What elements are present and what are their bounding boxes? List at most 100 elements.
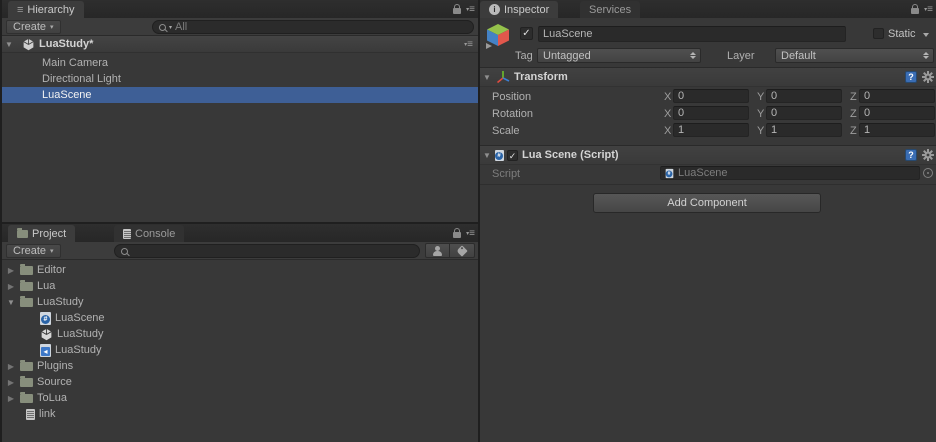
gear-icon[interactable] (922, 149, 934, 161)
tree-item-lua[interactable]: ▶ Lua (2, 278, 478, 294)
hierarchy-create-button[interactable]: Create ▾ (6, 20, 61, 34)
foldout-closed-icon[interactable]: ▶ (6, 378, 16, 387)
project-toolbar: Create ▾ (2, 242, 478, 260)
create-label: Create (13, 245, 46, 257)
hierarchy-toolbar: Create ▾ ▾ All (2, 18, 478, 36)
item-label: link (39, 408, 56, 420)
tab-inspector-label: Inspector (504, 4, 549, 16)
label-tag-icon (456, 245, 467, 256)
foldout-closed-icon[interactable]: ▶ (6, 394, 16, 403)
static-label: Static (888, 28, 916, 40)
item-label: ToLua (37, 392, 67, 404)
foldout-open-icon[interactable]: ▼ (482, 73, 492, 82)
foldout-open-icon[interactable]: ▼ (482, 151, 492, 160)
project-create-button[interactable]: Create ▾ (6, 244, 61, 258)
active-checkbox[interactable]: ✓ (520, 27, 533, 40)
help-icon[interactable]: ? (905, 149, 917, 161)
folder-icon (20, 282, 33, 291)
scale-y-input[interactable]: 1 (766, 123, 842, 137)
panel-menu-icon[interactable]: ▾≡ (924, 4, 932, 15)
position-y-input[interactable]: 0 (766, 89, 842, 103)
rotation-z-input[interactable]: 0 (859, 106, 935, 120)
object-picker-icon[interactable] (923, 168, 933, 178)
lock-icon[interactable] (911, 8, 919, 14)
lua-scene-script-header[interactable]: ▼ ✓ Lua Scene (Script) ? (480, 145, 936, 165)
foldout-open-icon[interactable]: ▼ (6, 298, 16, 307)
component-divider (480, 184, 936, 185)
foldout-open-icon[interactable]: ▼ (4, 40, 14, 49)
rotation-y-input[interactable]: 0 (766, 106, 842, 120)
item-label: LuaScene (42, 89, 92, 101)
transform-header[interactable]: ▼ Transform ? (480, 67, 936, 87)
tab-hierarchy-label: Hierarchy (27, 4, 74, 16)
position-z-input[interactable]: 0 (859, 89, 935, 103)
tree-item-plugins[interactable]: ▶ Plugins (2, 358, 478, 374)
scale-z-input[interactable]: 1 (859, 123, 935, 137)
gameobject-name-input[interactable]: LuaScene (538, 26, 846, 42)
hierarchy-item-luascene[interactable]: LuaScene (2, 87, 478, 103)
folder-icon (20, 298, 33, 307)
scene-header-row[interactable]: ▼ LuaStudy* ▾≡ (2, 36, 478, 53)
lock-icon[interactable] (453, 8, 461, 14)
scene-menu-icon[interactable]: ▾≡ (464, 39, 472, 50)
tab-project[interactable]: Project (8, 225, 75, 242)
static-checkbox[interactable] (873, 28, 884, 39)
axis-x-label: X (664, 108, 671, 120)
foldout-closed-icon[interactable]: ▶ (6, 266, 16, 275)
foldout-closed-icon[interactable]: ▶ (6, 362, 16, 371)
tab-console[interactable]: Console (114, 225, 184, 242)
transform-title: Transform (514, 71, 568, 83)
scene-name: LuaStudy* (39, 38, 93, 50)
layer-value: Default (781, 50, 816, 62)
position-label: Position (492, 91, 531, 103)
tree-item-tolua[interactable]: ▶ ToLua (2, 390, 478, 406)
script-field-row: Script LuaScene (480, 166, 936, 184)
tab-services[interactable]: Services (580, 1, 640, 18)
chevron-down-icon: ▾ (50, 247, 54, 255)
panel-menu-icon[interactable]: ▾≡ (466, 4, 474, 15)
hierarchy-panel: ≡ Hierarchy ▾≡ Create ▾ ▾ All ▼ (2, 0, 478, 222)
position-x-input[interactable]: 0 (673, 89, 749, 103)
tree-item-luastudy-solution[interactable]: LuaStudy (2, 342, 478, 358)
rotation-x-input[interactable]: 0 (673, 106, 749, 120)
lock-icon[interactable] (453, 232, 461, 238)
hierarchy-search-input[interactable]: ▾ All (152, 20, 474, 34)
search-icon (121, 248, 128, 255)
layer-label: Layer (727, 50, 755, 62)
component-enabled-checkbox[interactable]: ✓ (507, 150, 518, 161)
tab-inspector[interactable]: i Inspector (480, 1, 558, 18)
tree-item-source[interactable]: ▶ Source (2, 374, 478, 390)
item-label: Plugins (37, 360, 73, 372)
folder-icon (17, 230, 28, 238)
hierarchy-item-directional-light[interactable]: Directional Light (2, 71, 478, 87)
static-dropdown-icon[interactable] (923, 33, 929, 37)
tag-label: Tag (515, 50, 533, 62)
folder-icon (20, 378, 33, 387)
search-by-type-icon (432, 246, 443, 256)
tree-item-luascene-script[interactable]: LuaScene (2, 310, 478, 326)
tree-item-luastudy-scene[interactable]: LuaStudy (2, 326, 478, 342)
add-component-button[interactable]: Add Component (593, 193, 821, 213)
gear-icon[interactable] (922, 71, 934, 83)
help-icon[interactable]: ? (905, 71, 917, 83)
layer-dropdown[interactable]: Default (775, 48, 934, 63)
tree-item-luastudy-folder[interactable]: ▼ LuaStudy (2, 294, 478, 310)
tree-item-link[interactable]: link (2, 406, 478, 422)
script-object-field[interactable]: LuaScene (660, 166, 920, 180)
tag-dropdown[interactable]: Untagged (537, 48, 701, 63)
panel-menu-icon[interactable]: ▾≡ (466, 228, 474, 239)
scale-label: Scale (492, 125, 520, 137)
folder-icon (20, 362, 33, 371)
scale-x-input[interactable]: 1 (673, 123, 749, 137)
hierarchy-search-text: All (175, 21, 187, 33)
project-search-input[interactable] (114, 244, 420, 258)
item-label: Editor (37, 264, 66, 276)
tab-hierarchy[interactable]: ≡ Hierarchy (8, 1, 84, 18)
unity-scene-icon (40, 328, 53, 341)
tree-item-editor[interactable]: ▶ Editor (2, 262, 478, 278)
search-by-label-button[interactable] (450, 243, 475, 258)
foldout-closed-icon[interactable]: ▶ (6, 282, 16, 291)
search-by-type-button[interactable] (425, 243, 450, 258)
axis-y-label: Y (757, 125, 764, 137)
hierarchy-item-main-camera[interactable]: Main Camera (2, 55, 478, 71)
